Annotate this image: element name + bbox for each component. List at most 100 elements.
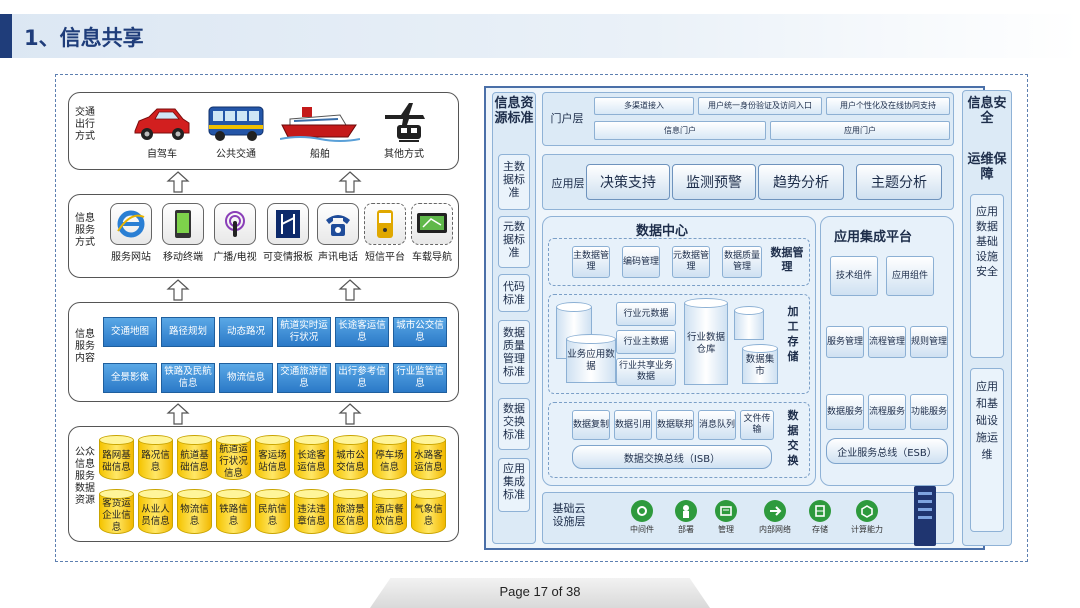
content-travel-reference: 出行参考信息 [335, 363, 389, 393]
arrow-up-icon [166, 279, 190, 301]
service-sms-label: 短信平台 [365, 252, 405, 263]
vehicle-ship-label: 船舶 [310, 149, 330, 160]
mgmt-master-data: 主数据管理 [572, 246, 610, 278]
service-voice-label: 声讯电话 [318, 252, 358, 263]
person-icon [675, 500, 697, 522]
security-title: 信息安全 [967, 96, 1007, 126]
resource-can: 水路客运信息 [411, 435, 446, 481]
cylinder-deco [734, 306, 764, 342]
infra-storage: 存储 [800, 500, 840, 535]
vehicle-ship: 船舶 [275, 103, 365, 160]
service-content-label: 信息服务内容 [75, 329, 95, 364]
resource-can: 客货运企业信息 [99, 489, 134, 535]
content-logistics: 物流信息 [219, 363, 273, 393]
service-methods-row: 信息服务方式 服务网站 移动终端 广播/电视 可变情报板 声讯电话 短信平台 车… [68, 194, 459, 278]
resource-can: 航道基础信息 [177, 435, 212, 481]
infra-compute-label: 计算能力 [851, 525, 883, 534]
exchange-file-transfer: 文件传输 [740, 410, 774, 440]
arrow-up-icon [338, 279, 362, 301]
resource-can: 从业人员信息 [138, 489, 173, 535]
sms-phone-icon [364, 203, 406, 245]
portal-info: 信息门户 [594, 121, 766, 140]
infra-label: 基础云设施层 [552, 502, 586, 528]
enterprise-service-bus: 企业服务总线（ESB） [826, 438, 948, 464]
plane-train-icon [385, 103, 425, 142]
service-methods-label: 信息服务方式 [75, 213, 95, 248]
service-data: 数据服务 [826, 394, 864, 430]
standard-exchange: 数据交换标准 [503, 402, 525, 441]
service-vms-label: 可变情报板 [263, 252, 313, 263]
content-dynamic-traffic: 动态路况 [219, 317, 273, 347]
component-technical: 技术组件 [830, 256, 878, 296]
bus-icon [208, 106, 264, 141]
service-broadcast: 广播/电视 [209, 203, 261, 263]
app-trend-analysis: 趋势分析 [758, 164, 844, 200]
resource-can: 路况信息 [138, 435, 173, 481]
server-icon [914, 486, 936, 546]
content-panorama: 全景影像 [103, 363, 157, 393]
operations-box-text: 应用和基础设施运维 [976, 380, 998, 461]
vehicle-other-label: 其他方式 [384, 149, 424, 160]
data-resources-label: 公众信息服务数据资源 [75, 447, 95, 506]
resource-can: 违法违章信息 [294, 489, 329, 535]
page-number: Page 17 of 38 [499, 584, 581, 599]
content-tourism: 交通旅游信息 [277, 363, 331, 393]
standard-integration: 应用集成标准 [503, 462, 525, 501]
resource-can: 物流信息 [177, 489, 212, 535]
infra-manage-label: 管理 [718, 525, 734, 534]
broadcast-icon [214, 203, 256, 245]
slide-header: 1、信息共享 [0, 14, 1080, 58]
resource-can: 停车场信息 [372, 435, 407, 481]
service-function: 功能服务 [910, 394, 948, 430]
mgmt-coding: 编码管理 [622, 246, 660, 278]
processing-storage-label: 加工存储 [787, 305, 799, 363]
mgmt-service: 服务管理 [826, 326, 864, 358]
ie-browser-icon [110, 203, 152, 245]
component-application: 应用组件 [886, 256, 934, 296]
content-rail-air: 铁路及民航信息 [161, 363, 215, 393]
content-waterway-status: 航道实时运行状况 [277, 317, 331, 347]
service-sms: 短信平台 [361, 203, 409, 263]
infra-network-label: 内部网络 [759, 525, 791, 534]
service-navigation-label: 车载导航 [412, 252, 452, 263]
data-exchange-bus: 数据交换总线（ISB） [572, 445, 772, 469]
service-website: 服务网站 [107, 203, 155, 263]
service-process: 流程服务 [868, 394, 906, 430]
storage-icon [809, 500, 831, 522]
standard-master-data: 主数据标准 [503, 160, 525, 199]
mgmt-metadata: 元数据管理 [672, 246, 710, 278]
arrow-up-icon [166, 403, 190, 425]
operations-title: 运维保障 [967, 152, 1007, 182]
page-title: 1、信息共享 [24, 26, 144, 50]
service-mobile-label: 移动终端 [163, 252, 203, 263]
resource-can: 城市公交信息 [333, 435, 368, 481]
service-broadcast-label: 广播/电视 [213, 252, 257, 263]
standard-code: 代码标准 [503, 280, 525, 306]
exchange-federation: 数据联邦 [656, 410, 694, 440]
content-city-bus: 城市公交信息 [393, 317, 447, 347]
resource-can: 旅游景区信息 [333, 489, 368, 535]
service-website-label: 服务网站 [111, 252, 151, 263]
mgmt-data-quality: 数据质量管理 [722, 246, 762, 278]
middleware-icon [631, 500, 653, 522]
exchange-message-queue: 消息队列 [698, 410, 736, 440]
infra-storage-label: 存储 [812, 525, 828, 534]
data-exchange-label: 数据交换 [787, 409, 799, 467]
data-center-title: 数据中心 [636, 224, 689, 239]
cloud-infrastructure-layer [542, 492, 954, 544]
infra-manage: 管理 [706, 500, 746, 535]
portal-personalization: 用户个性化及在线协同支持 [826, 97, 950, 115]
service-navigation: 车载导航 [407, 203, 457, 263]
data-resources-row: 公众信息服务数据资源 路网基础信息 路况信息 航道基础信息 航道运行状况信息 客… [68, 426, 459, 542]
network-icon [764, 500, 786, 522]
portal-app: 应用门户 [770, 121, 950, 140]
app-decision-support: 决策支持 [586, 164, 670, 200]
storage-industry-master: 行业主数据 [616, 330, 676, 354]
mgmt-rule: 规则管理 [910, 326, 948, 358]
header-accent-bar [0, 14, 12, 58]
content-traffic-map: 交通地图 [103, 317, 157, 347]
ship-icon [280, 107, 360, 142]
vehicle-car-label: 自驾车 [147, 149, 177, 160]
service-content-row: 信息服务内容 交通地图 路径规划 动态路况 航道实时运行状况 长途客运信息 城市… [68, 302, 459, 402]
app-integration-title: 应用集成平台 [834, 230, 913, 245]
